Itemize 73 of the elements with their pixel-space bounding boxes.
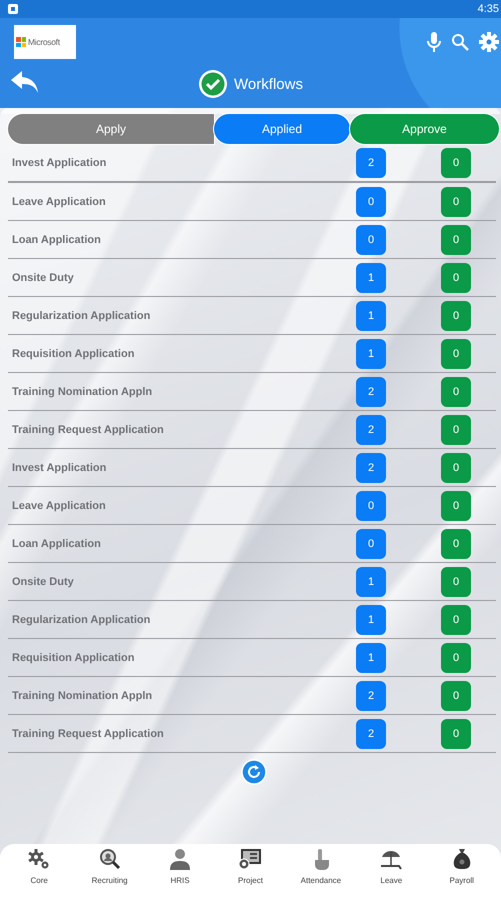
nav-item[interactable]: Project	[220, 848, 280, 900]
filter-tab[interactable]: Applied	[214, 114, 350, 144]
applied-count[interactable]: 1	[356, 338, 386, 368]
workflow-name[interactable]: Training Request Application	[8, 424, 356, 436]
approve-count[interactable]: 0	[441, 528, 471, 558]
gears-icon	[27, 848, 52, 870]
approve-count[interactable]: 0	[441, 680, 471, 710]
workflow-name[interactable]: Onsite Duty	[8, 576, 356, 588]
nav-item[interactable]: Leave	[361, 848, 422, 900]
workflow-name[interactable]: Loan Application	[8, 234, 356, 246]
approve-count[interactable]: 0	[441, 186, 471, 216]
workflow-name[interactable]: Onsite Duty	[8, 272, 356, 284]
notification-icon	[8, 4, 18, 14]
workflow-name[interactable]: Requisition Application	[8, 348, 356, 360]
applied-count[interactable]: 2	[356, 414, 386, 444]
approve-count[interactable]: 0	[441, 718, 471, 748]
workflow-name[interactable]: Leave Application	[8, 500, 356, 512]
applied-count[interactable]: 2	[356, 452, 386, 482]
settings-icon[interactable]	[479, 32, 499, 52]
workflow-name[interactable]: Regularization Application	[8, 310, 356, 322]
presentation-board-icon	[238, 848, 262, 870]
nav-item[interactable]: HRIS	[150, 848, 210, 900]
applied-count[interactable]: 0	[356, 186, 386, 216]
person-icon	[168, 848, 192, 870]
workflow-name[interactable]: Training Nomination Appln	[8, 690, 356, 702]
back-arrow-icon[interactable]	[10, 70, 40, 94]
approve-count[interactable]: 0	[441, 490, 471, 520]
beach-umbrella-icon	[379, 848, 404, 870]
approve-count[interactable]: 0	[441, 452, 471, 482]
approve-count[interactable]: 0	[441, 338, 471, 368]
search-icon[interactable]	[451, 33, 469, 51]
applied-count[interactable]: 2	[356, 376, 386, 406]
workflow-name[interactable]: Invest Application	[8, 462, 356, 474]
nav-item[interactable]: Recruiting	[80, 848, 140, 900]
workflow-name[interactable]: Leave Application	[8, 196, 356, 208]
approve-count[interactable]: 0	[441, 642, 471, 672]
applied-count[interactable]: 1	[356, 566, 386, 596]
applied-count[interactable]: 1	[356, 300, 386, 330]
approve-count[interactable]: 0	[441, 148, 471, 178]
applied-count[interactable]: 1	[356, 262, 386, 292]
nav-item[interactable]: Payroll	[432, 848, 492, 900]
applied-count[interactable]: 0	[356, 224, 386, 254]
workflow-name[interactable]: Training Nomination Appln	[8, 386, 356, 398]
approve-count[interactable]: 0	[441, 414, 471, 444]
filter-tab[interactable]: Apply	[8, 114, 214, 144]
magnifier-icon	[98, 848, 122, 870]
approve-count[interactable]: 0	[441, 300, 471, 330]
workflow-name[interactable]: Loan Application	[8, 538, 356, 550]
workflow-name[interactable]: Regularization Application	[8, 614, 356, 626]
company-logo: Microsoft	[14, 25, 76, 59]
applied-count[interactable]: 2	[356, 148, 386, 178]
applied-count[interactable]: 2	[356, 680, 386, 710]
checkmark-icon	[198, 69, 228, 99]
approve-count[interactable]: 0	[441, 604, 471, 634]
approve-count[interactable]: 0	[441, 262, 471, 292]
refresh-icon[interactable]	[240, 759, 266, 785]
applied-count[interactable]: 2	[356, 718, 386, 748]
workflow-name[interactable]: Invest Application	[8, 156, 356, 168]
clock-time: 4:35	[478, 3, 499, 15]
nav-item[interactable]: Core	[9, 848, 70, 900]
approve-count[interactable]: 0	[441, 224, 471, 254]
filter-tab[interactable]: Approve	[350, 114, 499, 144]
microphone-icon[interactable]	[427, 32, 441, 52]
applied-count[interactable]: 0	[356, 528, 386, 558]
page-title: Workflows	[234, 76, 303, 92]
approve-count[interactable]: 0	[441, 566, 471, 596]
applied-count[interactable]: 1	[356, 642, 386, 672]
approve-count[interactable]: 0	[441, 376, 471, 406]
applied-count[interactable]: 0	[356, 490, 386, 520]
workflow-name[interactable]: Training Request Application	[8, 728, 356, 740]
applied-count[interactable]: 1	[356, 604, 386, 634]
workflow-name[interactable]: Requisition Application	[8, 652, 356, 664]
nav-item[interactable]: Attendance	[290, 848, 351, 900]
